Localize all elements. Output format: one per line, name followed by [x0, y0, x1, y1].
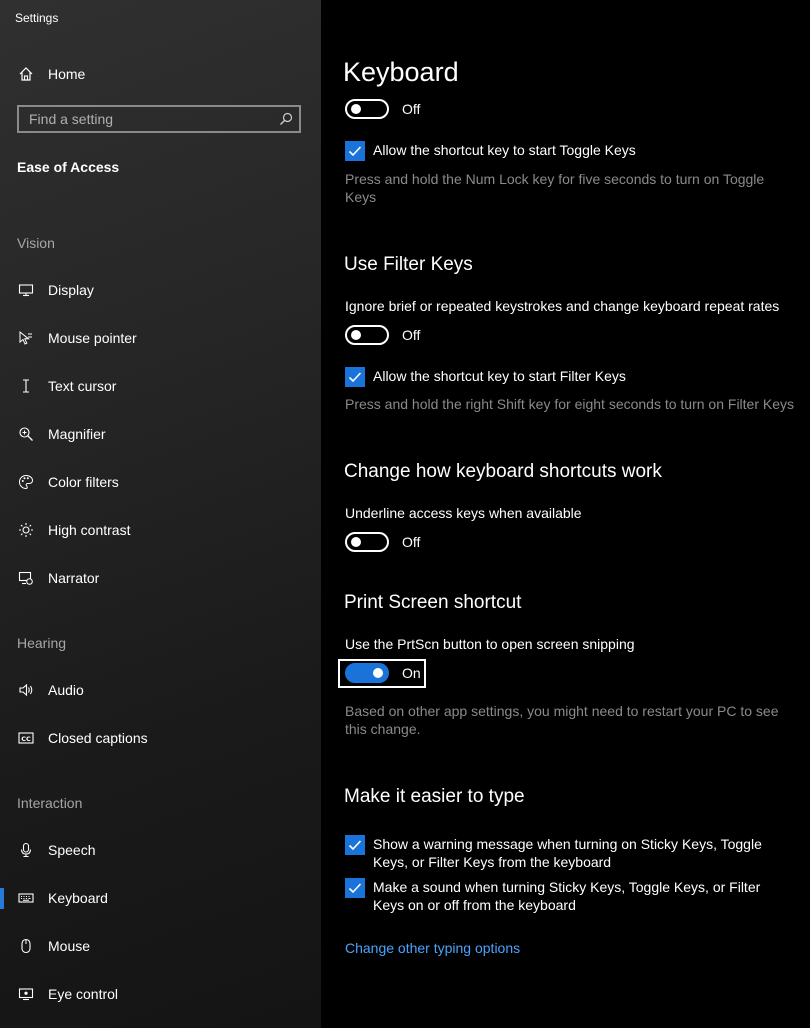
toggle-state: On: [402, 665, 421, 681]
toggle-track: [345, 325, 389, 345]
checkbox-label: Make a sound when turning Sticky Keys, T…: [373, 879, 761, 913]
filter-keys-shortcut-checkbox[interactable]: Allow the shortcut key to start Filter K…: [345, 367, 793, 387]
page-title: Keyboard: [343, 57, 459, 87]
filter-keys-desc: Ignore brief or repeated keystrokes and …: [345, 298, 780, 314]
sidebar-item-speech[interactable]: Speech: [0, 830, 321, 870]
filter-keys-switch[interactable]: Off: [345, 325, 420, 345]
app-title: Settings: [15, 11, 59, 25]
microphone-icon: [17, 841, 35, 859]
search-icon[interactable]: [279, 112, 293, 126]
toggle-state: Off: [402, 534, 421, 550]
sidebar-item-label: Text cursor: [48, 378, 117, 394]
print-screen-desc: Use the PrtScn button to open screen sni…: [345, 636, 635, 652]
easier-typing-heading: Make it easier to type: [344, 786, 525, 807]
sidebar-item-magnifier[interactable]: Magnifier: [0, 414, 321, 454]
shortcuts-heading: Change how keyboard shortcuts work: [344, 461, 662, 482]
section-label-interaction: Interaction: [17, 795, 83, 811]
mouse-icon: [17, 937, 35, 955]
sidebar-item-label: Eye control: [48, 986, 119, 1002]
sidebar-item-label: Mouse pointer: [48, 330, 137, 346]
monitor-icon: [17, 281, 35, 299]
sidebar-item-label: Keyboard: [48, 890, 108, 906]
toggle-track: [345, 532, 389, 552]
toggle-keys-hint: Press and hold the Num Lock key for five…: [345, 171, 765, 205]
toggle-keys-shortcut-checkbox[interactable]: Allow the shortcut key to start Toggle K…: [345, 141, 793, 161]
toggle-track: [345, 663, 389, 683]
sidebar-item-color-filters[interactable]: Color filters: [0, 462, 321, 502]
sidebar-item-keyboard[interactable]: Keyboard: [0, 878, 321, 918]
print-screen-heading: Print Screen shortcut: [344, 592, 522, 613]
sidebar-item-label: Mouse: [48, 938, 91, 954]
magnifier-icon: [17, 425, 35, 443]
filter-keys-heading: Use Filter Keys: [344, 254, 473, 275]
sidebar-item-mouse[interactable]: Mouse: [0, 926, 321, 966]
main-content: Keyboard Off Allow the shortcut key to s…: [321, 0, 810, 1028]
palette-icon: [17, 473, 35, 491]
filter-keys-hint: Press and hold the right Shift key for e…: [345, 396, 795, 412]
sidebar-item-audio[interactable]: Audio: [0, 670, 321, 710]
sidebar-item-closed-captions[interactable]: CC Closed captions: [0, 718, 321, 758]
keyboard-icon: [17, 889, 35, 907]
sidebar-item-label: Audio: [48, 682, 84, 698]
sidebar-item-home[interactable]: Home: [0, 54, 321, 94]
sidebar-item-eye-control[interactable]: Eye control: [0, 974, 321, 1014]
sidebar-item-label: High contrast: [48, 522, 131, 538]
checkbox-label: Show a warning message when turning on S…: [373, 836, 762, 870]
change-typing-options-link[interactable]: Change other typing options: [345, 940, 520, 956]
warning-message-checkbox[interactable]: Show a warning message when turning on S…: [345, 835, 793, 871]
sidebar-item-label: Home: [48, 66, 86, 82]
sidebar-item-display[interactable]: Display: [0, 270, 321, 310]
brightness-icon: [17, 521, 35, 539]
sidebar-item-label: Color filters: [48, 474, 119, 490]
section-label-hearing: Hearing: [17, 635, 67, 651]
sound-checkbox[interactable]: Make a sound when turning Sticky Keys, T…: [345, 878, 793, 914]
search-input[interactable]: [19, 107, 279, 131]
svg-text:CC: CC: [21, 735, 31, 743]
checkmark-icon: [345, 367, 365, 387]
sidebar-item-text-cursor[interactable]: Text cursor: [0, 366, 321, 406]
settings-group-title: Ease of Access: [17, 159, 120, 175]
home-icon: [17, 65, 35, 83]
sidebar-item-label: Magnifier: [48, 426, 106, 442]
sidebar-item-label: Closed captions: [48, 730, 148, 746]
checkbox-label: Allow the shortcut key to start Filter K…: [373, 368, 626, 384]
sidebar-item-high-contrast[interactable]: High contrast: [0, 510, 321, 550]
sidebar-item-mouse-pointer[interactable]: Mouse pointer: [0, 318, 321, 358]
sidebar-item-label: Narrator: [48, 570, 100, 586]
closed-captions-icon: CC: [17, 729, 35, 747]
print-screen-hint: Based on other app settings, you might n…: [345, 703, 779, 737]
print-screen-switch[interactable]: On: [345, 663, 421, 683]
mouse-pointer-icon: [17, 329, 35, 347]
sidebar-item-label: Display: [48, 282, 94, 298]
toggle-track: [345, 99, 389, 119]
toggle-keys-switch[interactable]: Off: [345, 99, 420, 119]
underline-access-keys-switch[interactable]: Off: [345, 532, 420, 552]
checkmark-icon: [345, 878, 365, 898]
text-cursor-icon: [17, 377, 35, 395]
checkmark-icon: [345, 141, 365, 161]
search-box[interactable]: [17, 105, 301, 133]
eye-control-icon: [17, 985, 35, 1003]
speaker-icon: [17, 681, 35, 699]
section-label-vision: Vision: [17, 235, 55, 251]
sidebar-item-label: Speech: [48, 842, 96, 858]
shortcuts-desc: Underline access keys when available: [345, 505, 582, 521]
sidebar: Settings Home Ease of Access Vision Disp…: [0, 0, 321, 1028]
sidebar-item-narrator[interactable]: Narrator: [0, 558, 321, 598]
checkmark-icon: [345, 835, 365, 855]
toggle-state: Off: [402, 327, 421, 343]
checkbox-label: Allow the shortcut key to start Toggle K…: [373, 142, 636, 158]
toggle-state: Off: [402, 101, 421, 117]
narrator-icon: [17, 569, 35, 587]
